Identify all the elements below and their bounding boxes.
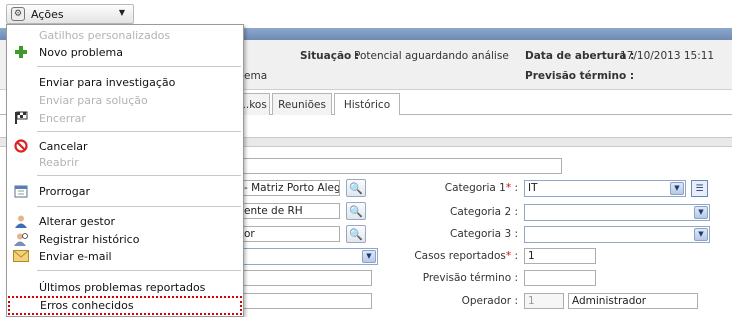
- user-icon: [13, 213, 29, 229]
- tree-view-icon[interactable]: ☰: [691, 180, 708, 197]
- categoria3-label: Categoria 3 :: [450, 228, 518, 240]
- search-lookup-button[interactable]: 🔍: [346, 225, 366, 243]
- menu-item-label: Gatilhos personalizados: [39, 28, 171, 42]
- menu-item-enviar-investigacao[interactable]: Enviar para investigação: [7, 73, 243, 91]
- abertura-value: 17/10/2013 15:11: [620, 50, 715, 62]
- search-lookup-button[interactable]: 🔍: [346, 179, 366, 197]
- menu-item-alterar-gestor[interactable]: Alterar gestor: [7, 212, 243, 230]
- menu-item-registrar-historico[interactable]: Registrar histórico: [7, 230, 243, 248]
- menu-item-label: Novo problema: [39, 45, 123, 59]
- menu-separator: [37, 66, 241, 67]
- gear-icon: ⚙: [11, 7, 25, 21]
- plus-icon: [13, 44, 29, 60]
- envelope-icon: [13, 248, 29, 264]
- situacao-label: Situação :: [300, 50, 360, 62]
- menu-item-label: Enviar para investigação: [39, 75, 176, 89]
- categoria1-value: IT: [528, 182, 538, 194]
- previsao-termino-form-label: Previsão término :: [422, 272, 518, 284]
- partial-text: ema: [244, 70, 268, 82]
- situacao-value: Potencial aguardando análise: [354, 50, 509, 62]
- categoria2-label: Categoria 2 :: [450, 206, 518, 218]
- actions-label: Ações: [31, 7, 64, 21]
- chevron-down-icon: ▼: [118, 8, 125, 17]
- menu-item-label: Enviar e-mail: [39, 249, 112, 263]
- menu-item-novo-problema[interactable]: Novo problema: [7, 43, 243, 61]
- menu-item-label: Registrar histórico: [39, 232, 140, 246]
- tab-reunioes[interactable]: Reuniões: [272, 93, 332, 115]
- categoria3-select[interactable]: ▼: [524, 226, 710, 243]
- magnifier-icon: 🔍: [349, 204, 363, 218]
- casos-reportados-input[interactable]: 1: [524, 248, 596, 264]
- categoria1-label: Categoria 1* :: [444, 182, 518, 194]
- menu-separator: [37, 175, 241, 176]
- chevron-down-icon: ▼: [694, 228, 708, 241]
- gestor-field[interactable]: or: [240, 226, 340, 242]
- casos-reportados-label: Casos reportados* :: [414, 250, 518, 262]
- partial-input-2[interactable]: [240, 293, 372, 309]
- finish-flag-icon: [13, 110, 29, 126]
- abertura-label: Data de abertura :: [525, 50, 635, 62]
- calendar-icon: [13, 183, 29, 199]
- operador-id-input: 1: [524, 293, 564, 309]
- cancel-icon: [13, 138, 29, 154]
- menu-item-label: Últimos problemas reportados: [39, 280, 206, 294]
- partial-select[interactable]: ▼: [240, 248, 378, 265]
- menu-item-label: Alterar gestor: [39, 214, 115, 228]
- menu-item-prorrogar[interactable]: Prorrogar: [7, 182, 243, 200]
- title-input[interactable]: [240, 158, 562, 174]
- chevron-down-icon: ▼: [362, 250, 376, 263]
- user-history-icon: [13, 231, 29, 247]
- menu-item-erros-conhecidos[interactable]: Erros conhecidos: [8, 296, 242, 315]
- actions-menu: Gatilhos personalizados Novo problema En…: [6, 24, 244, 317]
- tab-historico[interactable]: Histórico: [334, 93, 400, 115]
- menu-separator: [37, 131, 241, 132]
- menu-item-label: Erros conhecidos: [40, 299, 134, 312]
- partial-input-1[interactable]: [240, 270, 372, 286]
- categoria1-select[interactable]: IT ▼: [524, 180, 686, 197]
- menu-item-label: Encerrar: [39, 111, 86, 125]
- chevron-down-icon: ▼: [670, 182, 684, 195]
- previsao-termino-input[interactable]: [524, 270, 596, 286]
- menu-item-ultimos-problemas[interactable]: Últimos problemas reportados: [7, 278, 243, 296]
- search-lookup-button[interactable]: 🔍: [346, 202, 366, 220]
- menu-item-label: Prorrogar: [39, 184, 91, 198]
- menu-item-enviar-solucao: Enviar para solução: [7, 91, 243, 109]
- categoria2-select[interactable]: ▼: [524, 204, 710, 221]
- previsao-termino-label: Previsão término :: [525, 70, 635, 82]
- menu-separator: [37, 270, 241, 271]
- menu-item-reabrir: Reabrir: [7, 153, 243, 171]
- solicitante-field[interactable]: ente de RH: [240, 203, 340, 219]
- menu-item-gatilhos: Gatilhos personalizados: [7, 26, 243, 44]
- empresa-field[interactable]: - Matriz Porto Aleg: [240, 180, 340, 196]
- magnifier-icon: 🔍: [349, 181, 363, 195]
- menu-item-label: Cancelar: [39, 139, 88, 153]
- chevron-down-icon: ▼: [694, 206, 708, 219]
- menu-item-encerrar: Encerrar: [7, 109, 243, 127]
- menu-item-label: Enviar para solução: [39, 93, 148, 107]
- menu-item-enviar-email[interactable]: Enviar e-mail: [7, 247, 243, 265]
- magnifier-icon: 🔍: [349, 227, 363, 241]
- actions-dropdown-button[interactable]: ⚙ Ações ▼: [6, 4, 134, 24]
- operador-name-input: Administrador: [568, 293, 698, 309]
- menu-separator: [37, 206, 241, 207]
- operador-label: Operador :: [461, 295, 518, 307]
- menu-item-label: Reabrir: [39, 155, 79, 169]
